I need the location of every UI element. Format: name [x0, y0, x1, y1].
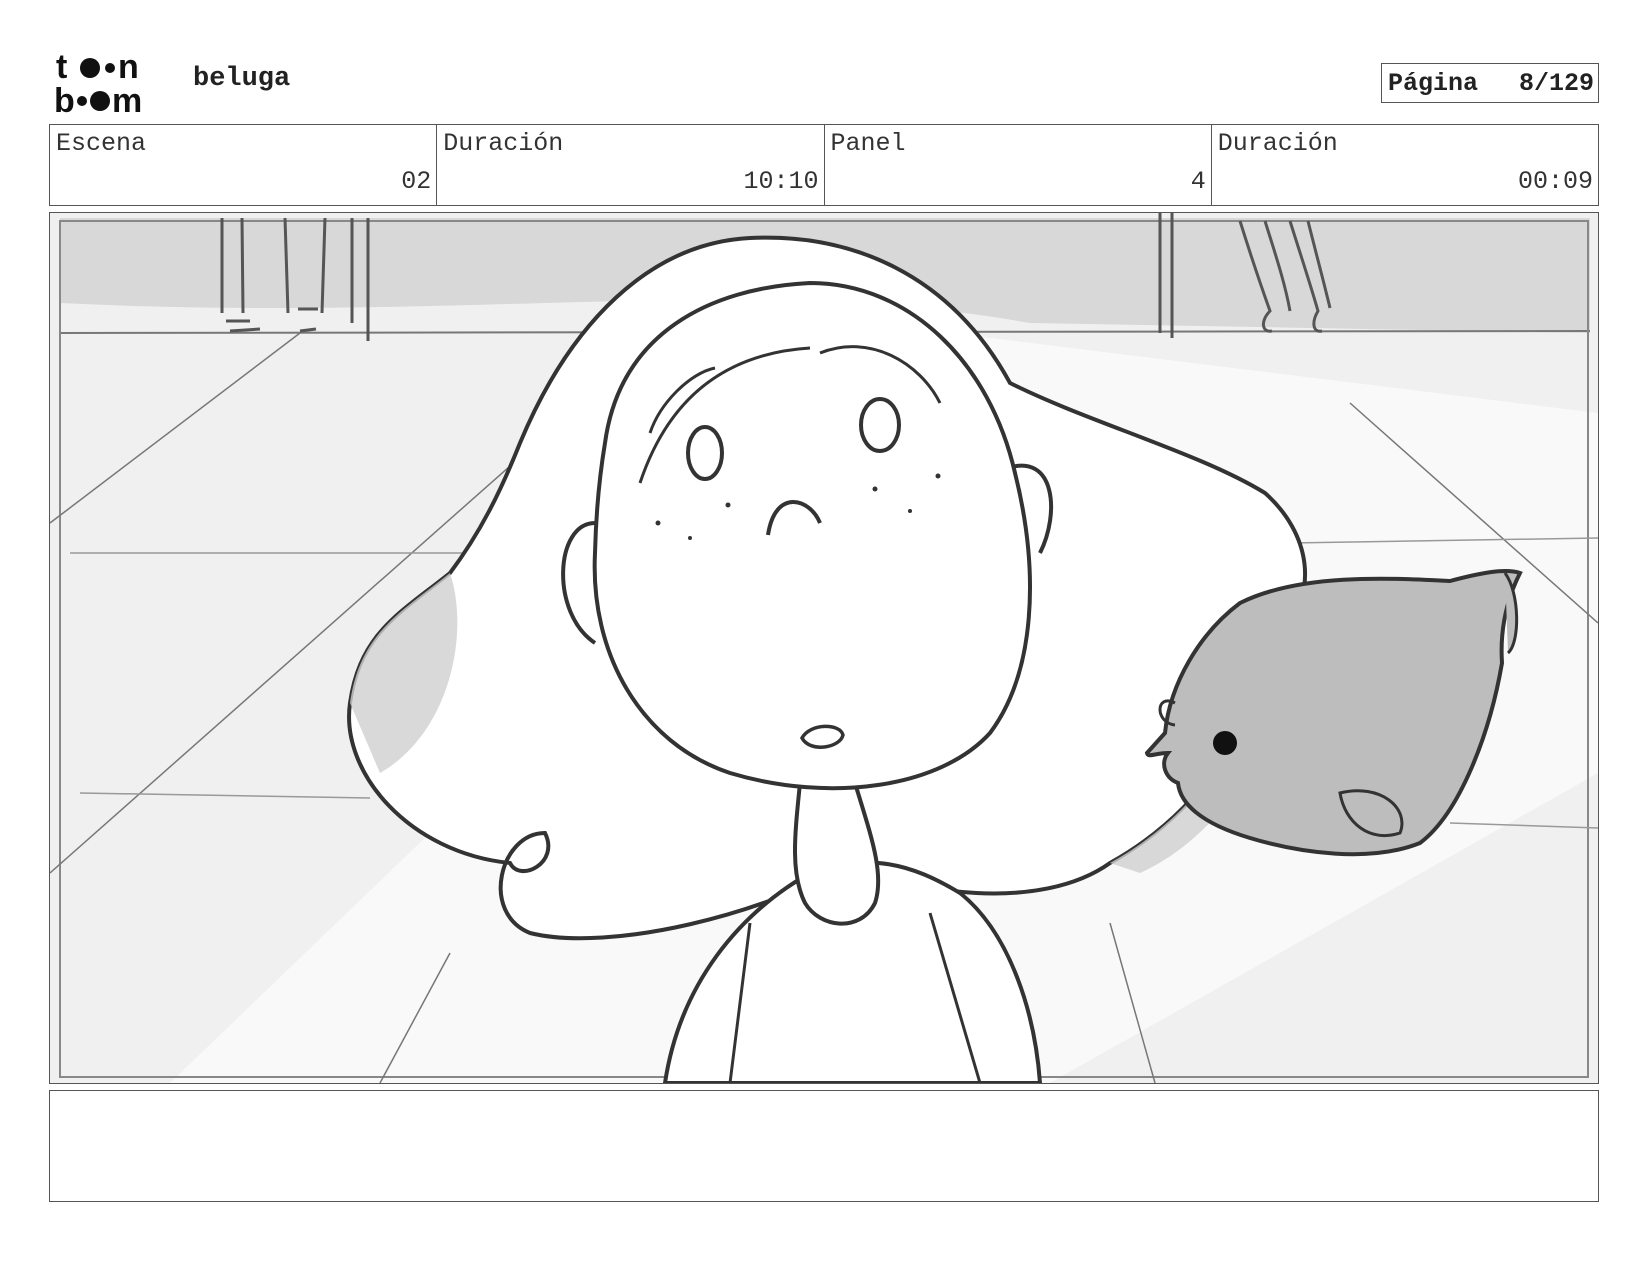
page-label: Página	[1388, 68, 1479, 98]
scene-duration-cell: Duración 10:10	[437, 125, 825, 205]
right-eye	[859, 397, 901, 453]
toonboom-logo: t n b m	[52, 50, 172, 116]
mouth	[800, 724, 845, 749]
scene-cell: Escena 02	[50, 125, 438, 205]
toonboom-logo-mark: t n b m	[54, 50, 142, 116]
fish-eye	[1213, 731, 1237, 755]
scene-duration-value: 10:10	[743, 167, 819, 196]
svg-text:m: m	[112, 82, 142, 116]
scene-label: Escena	[56, 129, 147, 158]
page-number: 8/129	[1518, 68, 1594, 98]
scene-duration-label: Duración	[443, 129, 564, 158]
panel-value: 4	[1190, 167, 1206, 196]
panel-cell: Panel 4	[825, 125, 1212, 205]
panel-duration-label: Duración	[1217, 129, 1338, 158]
storyboard-drawing	[50, 213, 1598, 1083]
scene-info-bar: Escena 02 Duración 10:10 Panel 4 Duració…	[49, 124, 1599, 206]
scene-value: 02	[401, 167, 432, 196]
panel-duration-value: 00:09	[1517, 167, 1593, 196]
panel-notes-box	[49, 1090, 1599, 1202]
project-title: beluga	[193, 64, 291, 94]
storyboard-panel	[49, 212, 1599, 1084]
page-indicator: Página 8/129	[1381, 63, 1599, 103]
svg-text:b: b	[54, 82, 75, 116]
panel-duration-cell: Duración 00:09	[1212, 125, 1598, 205]
svg-text:t: t	[56, 50, 67, 86]
svg-text:n: n	[118, 50, 139, 86]
left-eye	[686, 425, 724, 481]
panel-label: Panel	[830, 129, 906, 158]
